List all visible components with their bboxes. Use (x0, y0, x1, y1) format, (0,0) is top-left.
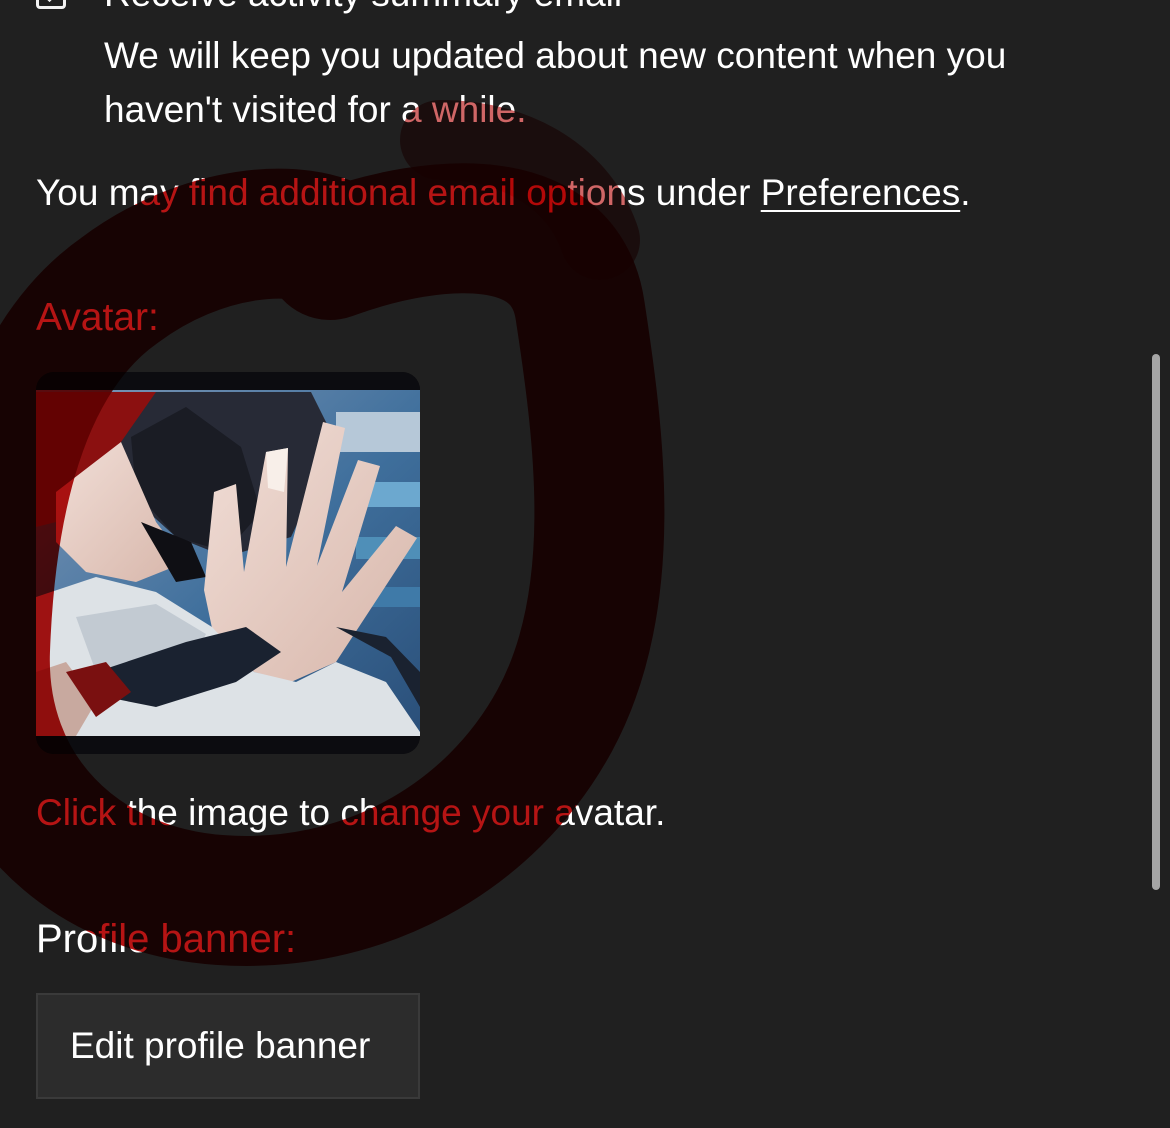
profile-banner-heading: Profile banner: (36, 917, 297, 961)
activity-email-label: Receive activity summary email (104, 0, 622, 14)
email-options-text: You may find additional email options un… (36, 166, 971, 220)
edit-profile-banner-button[interactable]: Edit profile banner (36, 993, 420, 1099)
activity-email-checkbox[interactable] (36, 0, 66, 9)
activity-email-description: We will keep you updated about new conte… (104, 35, 1007, 130)
preferences-link[interactable]: Preferences (761, 172, 961, 213)
avatar-heading: Avatar: (36, 296, 159, 339)
email-options-prefix: You may find additional email options un… (36, 172, 761, 213)
avatar-artwork (36, 372, 420, 754)
avatar-help-text: Click the image to change your avatar. (36, 792, 666, 833)
activity-email-row[interactable]: Receive activity summary email (36, 0, 622, 14)
email-options-suffix: . (960, 172, 971, 213)
avatar-image[interactable] (36, 372, 420, 754)
vertical-scrollbar[interactable] (1152, 354, 1160, 890)
